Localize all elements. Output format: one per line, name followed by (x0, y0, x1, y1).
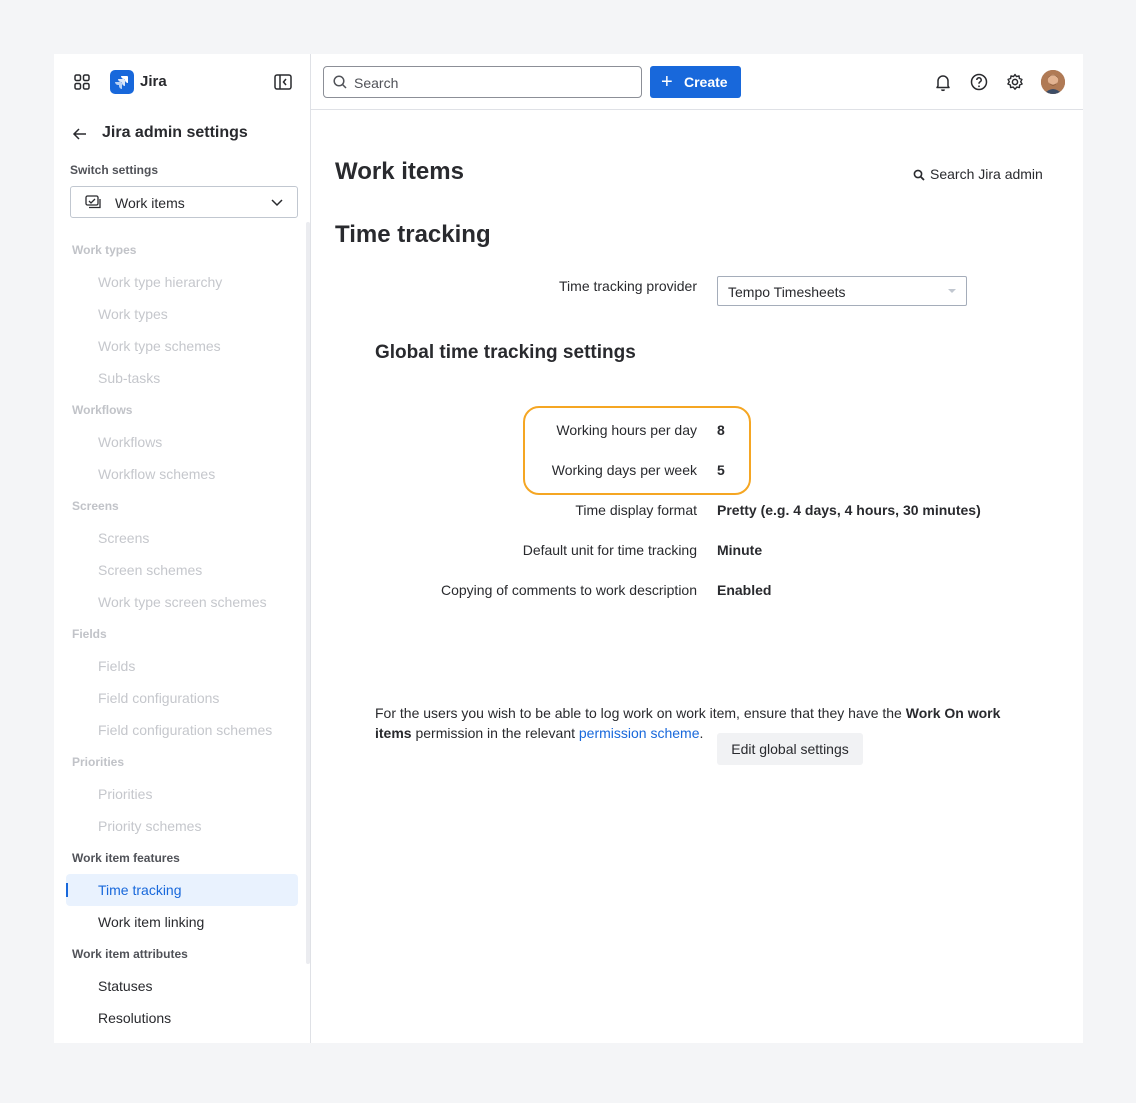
admin-settings-title: Jira admin settings (102, 124, 248, 141)
setting-row-hours-per-day: Working hours per day 8 (335, 422, 1075, 442)
switch-settings-select[interactable]: Work items (70, 186, 298, 218)
sidebar-item-workflow-schemes[interactable]: Workflow schemes (66, 458, 298, 490)
section-title: Time tracking (335, 221, 491, 248)
search-icon (333, 75, 347, 89)
setting-value: Pretty (e.g. 4 days, 4 hours, 30 minutes… (717, 502, 981, 518)
switch-settings-value: Work items (115, 195, 185, 211)
setting-value: 8 (717, 422, 725, 438)
global-search-input[interactable] (354, 73, 634, 93)
nav-group-screens: Screens (72, 499, 119, 513)
sidebar-item-priorities[interactable]: Priorities (66, 778, 298, 810)
search-jira-admin-label: Search Jira admin (930, 166, 1043, 182)
sidebar-item-work-types[interactable]: Work types (66, 298, 298, 330)
jira-logo-icon[interactable] (110, 70, 134, 94)
admin-nav: Work types Work type hierarchy Work type… (66, 234, 298, 1034)
brand-bar: Jira (54, 54, 311, 110)
permission-scheme-link[interactable]: permission scheme (579, 725, 700, 741)
provider-label: Time tracking provider (559, 278, 697, 294)
info-text-part: For the users you wish to be able to log… (375, 705, 906, 721)
user-avatar[interactable] (1041, 70, 1065, 94)
setting-row-days-per-week: Working days per week 5 (335, 462, 1075, 482)
collapse-sidebar-icon[interactable] (274, 74, 292, 90)
sidebar-scrollbar[interactable] (306, 222, 310, 964)
search-icon (913, 169, 925, 181)
dropdown-arrow-icon (948, 289, 956, 293)
sidebar-item-work-type-schemes[interactable]: Work type schemes (66, 330, 298, 362)
setting-label: Default unit for time tracking (522, 542, 697, 558)
sidebar-item-priority-schemes[interactable]: Priority schemes (66, 810, 298, 842)
notifications-bell-icon[interactable] (933, 72, 953, 92)
time-tracking-provider-select[interactable]: Tempo Timesheets (717, 276, 967, 306)
sidebar: Jira Jira admin settings Switch settings… (54, 54, 311, 1043)
edit-global-settings-button[interactable]: Edit global settings (717, 733, 863, 765)
provider-select-value: Tempo Timesheets (728, 284, 846, 300)
avatar-portrait-icon (1041, 70, 1065, 94)
settings-gear-icon[interactable] (1005, 72, 1025, 92)
sidebar-item-screen-schemes[interactable]: Screen schemes (66, 554, 298, 586)
main-content: Work items Search Jira admin Time tracki… (311, 111, 1083, 1043)
setting-value: 5 (717, 462, 725, 478)
sidebar-item-time-tracking[interactable]: Time tracking (66, 874, 298, 906)
info-text-part: permission in the relevant (411, 725, 579, 741)
sidebar-item-work-type-screen-schemes[interactable]: Work type screen schemes (66, 586, 298, 618)
help-icon[interactable] (969, 72, 989, 92)
switch-settings-label: Switch settings (70, 163, 159, 177)
permission-info-text: For the users you wish to be able to log… (375, 703, 1025, 743)
setting-row-copying-comments: Copying of comments to work description … (335, 582, 1075, 602)
sidebar-item-field-configuration-schemes[interactable]: Field configuration schemes (66, 714, 298, 746)
sidebar-item-screens[interactable]: Screens (66, 522, 298, 554)
global-search-box[interactable] (323, 66, 642, 98)
arrow-left-icon (72, 128, 86, 140)
plus-icon: + (661, 71, 673, 93)
page-title: Work items (335, 158, 464, 185)
sidebar-item-work-item-linking[interactable]: Work item linking (66, 906, 298, 938)
nav-group-work-item-features: Work item features (72, 851, 180, 865)
setting-value: Minute (717, 542, 763, 558)
create-button[interactable]: + Create (650, 66, 741, 98)
create-button-label: Create (684, 74, 728, 90)
nav-group-fields: Fields (72, 627, 107, 641)
app-frame: Jira Jira admin settings Switch settings… (54, 54, 1083, 1043)
nav-group-priorities: Priorities (72, 755, 125, 769)
global-settings-title: Global time tracking settings (375, 342, 636, 363)
setting-value: Enabled (717, 582, 772, 598)
sidebar-item-fields[interactable]: Fields (66, 650, 298, 682)
nav-group-workflows: Workflows (72, 403, 133, 417)
sidebar-item-work-type-hierarchy[interactable]: Work type hierarchy (66, 266, 298, 298)
info-text-part: . (699, 725, 704, 741)
sidebar-item-field-configurations[interactable]: Field configurations (66, 682, 298, 714)
nav-group-work-item-attributes: Work item attributes (72, 947, 188, 961)
setting-label: Time display format (575, 502, 697, 518)
app-name[interactable]: Jira (140, 73, 167, 90)
setting-label: Working hours per day (556, 422, 697, 438)
setting-row-default-unit: Default unit for time tracking Minute (335, 542, 1075, 562)
sidebar-item-workflows[interactable]: Workflows (66, 426, 298, 458)
sidebar-item-sub-tasks[interactable]: Sub-tasks (66, 362, 298, 394)
sidebar-item-resolutions[interactable]: Resolutions (66, 1002, 298, 1034)
nav-group-work-types: Work types (72, 243, 137, 257)
top-navigation: + Create (311, 54, 1083, 110)
setting-label: Working days per week (551, 462, 697, 478)
setting-row-display-format: Time display format Pretty (e.g. 4 days,… (335, 502, 1075, 522)
app-switcher-icon[interactable] (74, 74, 90, 90)
work-items-icon (85, 195, 101, 209)
sidebar-item-statuses[interactable]: Statuses (66, 970, 298, 1002)
setting-label: Copying of comments to work description (441, 582, 697, 598)
chevron-down-icon (271, 199, 283, 207)
